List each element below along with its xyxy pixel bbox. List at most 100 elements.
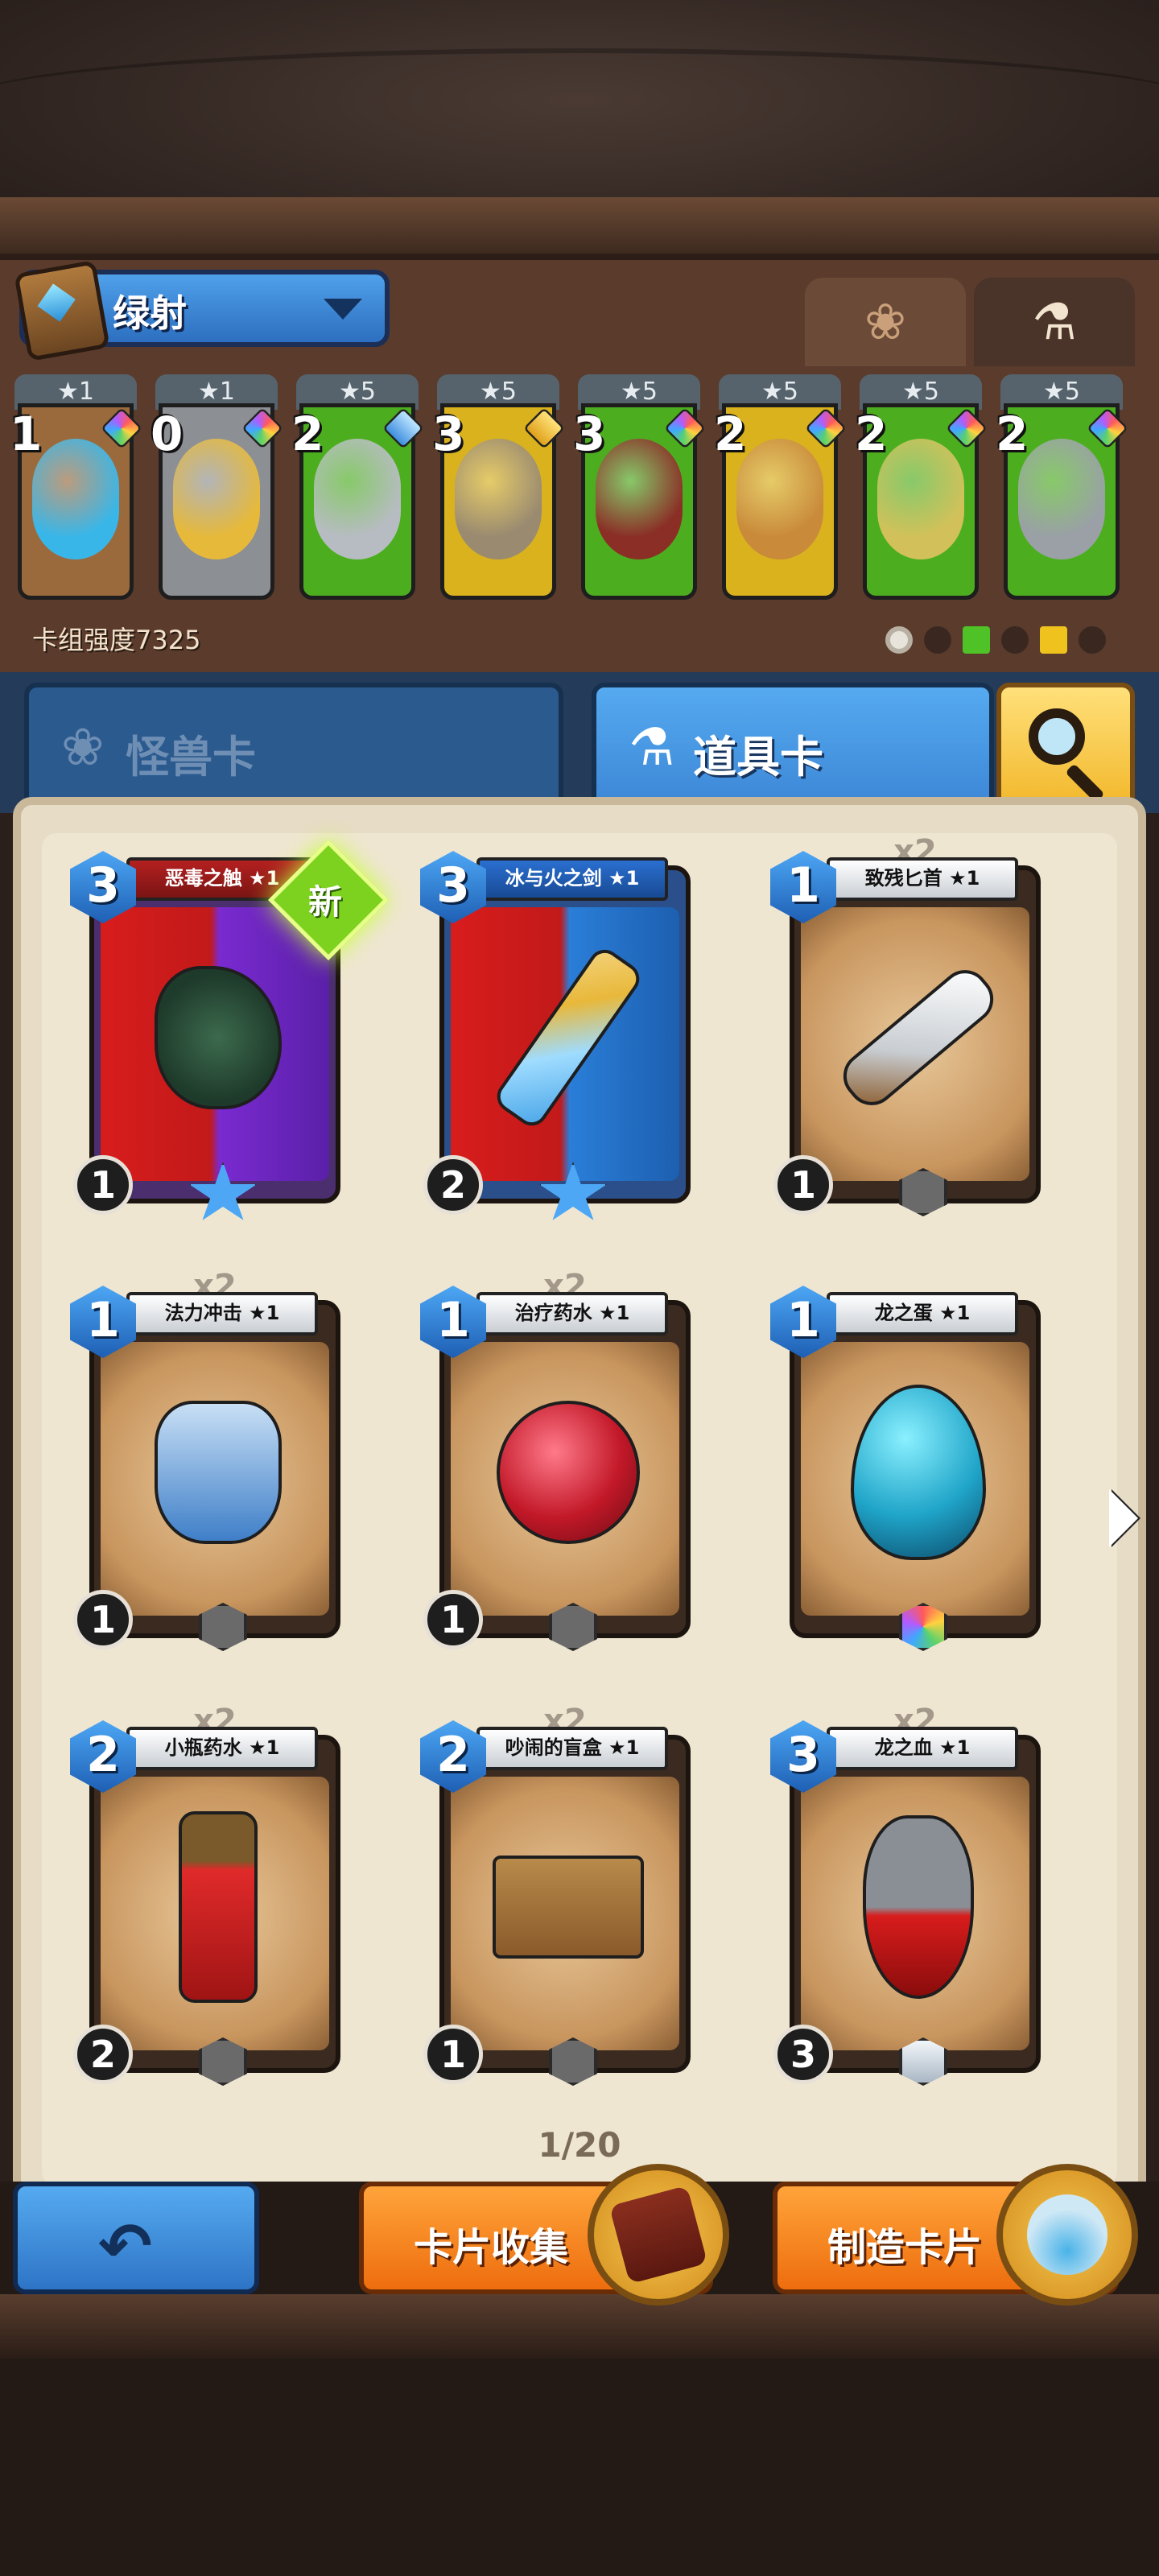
card-cost: 3 <box>86 857 120 914</box>
deck-card-art <box>314 439 401 559</box>
tab-monster-label: 怪兽卡 <box>126 732 256 782</box>
item-card[interactable]: x2 法力冲击 ★1 1 1 <box>70 1268 352 1651</box>
card-name: 小瓶药水 ★1 <box>126 1727 318 1770</box>
card-name: 治疗药水 ★1 <box>476 1292 668 1335</box>
deck-card[interactable]: ★5 2 <box>996 374 1129 608</box>
tab-monster-cards[interactable]: ❀ 怪兽卡 <box>24 683 563 813</box>
deck-page-indicators[interactable] <box>885 626 1127 655</box>
chevron-down-icon <box>324 299 362 320</box>
deck-power: 卡组强度7325 <box>32 625 201 655</box>
card-name: 龙之蛋 ★1 <box>827 1292 1018 1335</box>
card-illustration <box>493 1856 644 1959</box>
deck-card-cost: 2 <box>855 407 888 461</box>
card-illustration <box>155 1401 282 1544</box>
deck-card-art <box>877 439 964 559</box>
potion-icon: ⚗ <box>1032 292 1077 351</box>
card-cost: 1 <box>436 1292 470 1348</box>
filter-dot-2[interactable] <box>924 626 951 654</box>
deck-card-cost: 3 <box>432 407 465 461</box>
card-illustration <box>863 1815 974 1999</box>
filter-dot-all[interactable] <box>885 626 913 654</box>
card-cost: 1 <box>86 1292 120 1348</box>
deck-card-art <box>32 439 119 559</box>
deck-card-art <box>173 439 260 559</box>
tab-item-cards[interactable]: ⚗ 道具卡 <box>592 683 994 813</box>
back-button[interactable]: ↶ <box>13 2182 259 2294</box>
deck-card[interactable]: ★1 0 <box>151 374 284 608</box>
deck-book-icon <box>14 259 110 362</box>
card-stat: 1 <box>423 1590 483 1649</box>
card-illustration <box>179 1811 258 2003</box>
deck-card[interactable]: ★5 3 <box>573 374 707 608</box>
card-stat: 2 <box>73 2025 133 2084</box>
deck-card-art <box>1018 439 1105 559</box>
bottom-beam <box>0 2294 1159 2359</box>
deck-card[interactable]: ★5 3 <box>432 374 566 608</box>
item-card[interactable]: 恶毒之触 ★1 3 1 新 <box>70 833 389 1220</box>
filter-dot-6[interactable] <box>1079 626 1106 654</box>
card-name: 致残匕首 ★1 <box>827 857 1018 901</box>
tab-monster-filter[interactable]: ❀ <box>805 278 966 366</box>
search-button[interactable] <box>996 683 1135 813</box>
craft-jar-icon[interactable] <box>996 2164 1138 2306</box>
card-name: 吵闹的盲盒 ★1 <box>476 1727 668 1770</box>
filter-dot-4[interactable] <box>1001 626 1029 654</box>
top-beam <box>0 197 1159 258</box>
card-cost: 3 <box>436 857 470 914</box>
paw-icon: ❀ <box>61 718 105 778</box>
card-stat: 1 <box>73 1155 133 1215</box>
item-card[interactable]: 冰与火之剑 ★1 3 2 <box>420 833 702 1220</box>
tab-item-label: 道具卡 <box>693 732 823 782</box>
card-stat: 1 <box>73 1590 133 1649</box>
tab-item-filter[interactable]: ⚗ <box>974 278 1135 366</box>
card-stat: 2 <box>423 1155 483 1215</box>
item-card[interactable]: x2 小瓶药水 ★1 2 2 <box>70 1703 352 2086</box>
search-icon <box>1029 708 1085 765</box>
deck-card-cost: 0 <box>151 407 184 461</box>
filter-dot-yellow[interactable] <box>1040 626 1067 654</box>
deck-card[interactable]: ★5 2 <box>291 374 425 608</box>
deck-card-cost: 3 <box>573 407 606 461</box>
deck-card-art <box>596 439 683 559</box>
card-stat: 1 <box>773 1155 833 1215</box>
craft-card-label: 制造卡片 <box>827 2225 983 2270</box>
filter-dot-green[interactable] <box>963 626 990 654</box>
deck-card[interactable]: ★5 2 <box>855 374 988 608</box>
card-cost: 2 <box>86 1727 120 1783</box>
item-card[interactable]: x2 致残匕首 ★1 1 1 <box>770 833 1052 1216</box>
deck-card-cost: 2 <box>714 407 747 461</box>
deck-card[interactable]: ★5 2 <box>714 374 848 608</box>
page-indicator: 1/20 <box>538 2125 621 2165</box>
card-stat: 3 <box>773 2025 833 2084</box>
card-name: 法力冲击 ★1 <box>126 1292 318 1335</box>
deck-card-art <box>455 439 542 559</box>
item-card[interactable]: x2 龙之血 ★1 3 3 <box>770 1703 1052 2086</box>
deck-card-row: ★1 1 ★1 0 ★5 2 ★5 3 ★5 3 ★5 2 ★5 2 ★5 2 <box>10 374 1145 616</box>
back-arrow-icon: ↶ <box>98 2209 153 2284</box>
new-badge-label: 新 <box>307 882 342 922</box>
card-grid: 恶毒之触 ★1 3 1 新冰与火之剑 ★1 3 2 x2 致残匕首 ★1 1 1 x2 法力冲击 ★1… <box>42 833 1117 2186</box>
deck-card-cost: 2 <box>291 407 324 461</box>
paw-icon: ❀ <box>864 292 906 351</box>
deck-name: 绿射 <box>113 291 187 335</box>
deck-card[interactable]: ★1 1 <box>10 374 143 608</box>
card-name: 冰与火之剑 ★1 <box>476 857 668 901</box>
card-cost: 1 <box>786 1292 820 1348</box>
card-collection-label: 卡片收集 <box>414 2225 569 2270</box>
card-cost: 2 <box>436 1727 470 1783</box>
card-cost: 1 <box>786 857 820 914</box>
card-cost: 3 <box>786 1727 820 1783</box>
potion-icon: ⚗ <box>629 718 675 778</box>
deck-selector-dropdown[interactable]: 绿射 <box>14 259 390 362</box>
next-page-arrow-icon[interactable] <box>1109 1489 1138 1547</box>
deck-card-cost: 1 <box>10 407 43 461</box>
card-stat: 1 <box>423 2025 483 2084</box>
card-name: 龙之血 ★1 <box>827 1727 1018 1770</box>
card-book-icon[interactable] <box>588 2164 729 2306</box>
deck-card-art <box>736 439 823 559</box>
item-card[interactable]: 龙之蛋 ★1 1 <box>770 1268 1052 1651</box>
card-illustration <box>497 1401 640 1544</box>
item-card[interactable]: x2 治疗药水 ★1 1 1 <box>420 1268 702 1651</box>
item-card[interactable]: x2 吵闹的盲盒 ★1 2 1 <box>420 1703 702 2086</box>
deck-card-cost: 2 <box>996 407 1029 461</box>
